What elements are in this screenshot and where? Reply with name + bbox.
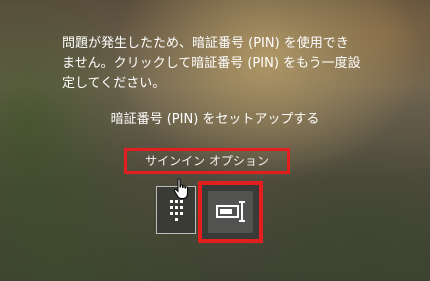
password-signin-option-button[interactable] bbox=[198, 181, 263, 243]
signin-options-link[interactable]: サインイン オプション bbox=[124, 148, 290, 174]
setup-pin-link[interactable]: 暗証番号 (PIN) をセットアップする bbox=[0, 108, 430, 127]
password-key-icon bbox=[216, 201, 245, 222]
pin-error-message: 問題が発生したため、暗証番号 (PIN) を使用でき ません。クリックして暗証番… bbox=[62, 34, 382, 94]
pin-error-line-1: 問題が発生したため、暗証番号 (PIN) を使用でき bbox=[62, 36, 349, 51]
pin-error-line-3: 定してください。 bbox=[62, 76, 166, 91]
password-option-tile bbox=[208, 191, 253, 233]
pin-error-line-2: ません。クリックして暗証番号 (PIN) をもう一度設 bbox=[62, 56, 361, 71]
hand-cursor-icon bbox=[173, 178, 191, 200]
